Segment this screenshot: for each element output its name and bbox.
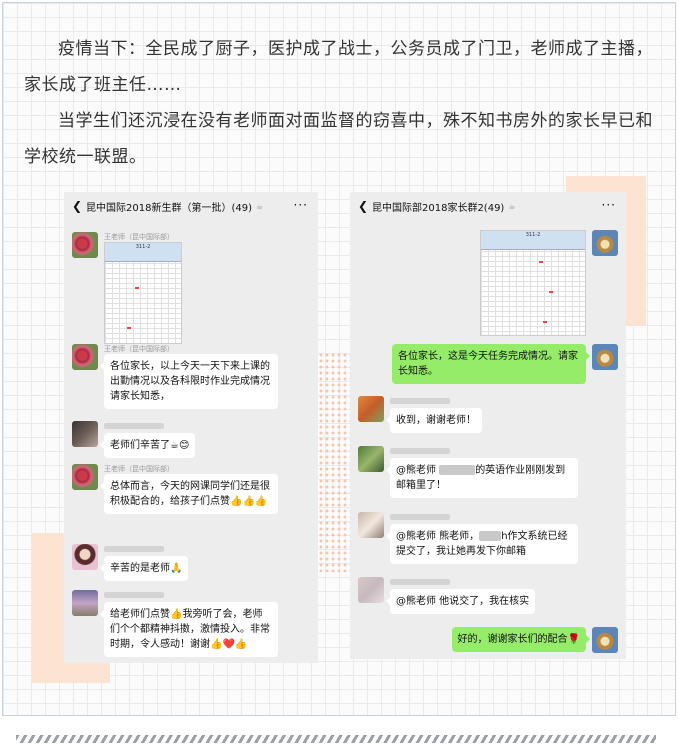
chat-message: 给老师们点赞👍我旁听了会，老师们个个都精神抖擞，激情投入。非常时期，令人感动！谢… <box>72 590 278 657</box>
chat-header: ❮ 昆中国际部2018家长群2(49) ☕ ··· <box>350 192 626 220</box>
sender-name-blurred <box>390 398 450 404</box>
chat-screenshot-right: ❮ 昆中国际部2018家长群2(49) ☕ ··· 311-2 各位家长，这是今… <box>350 192 626 659</box>
more-dots-icon[interactable]: ··· <box>602 198 616 212</box>
chat-message: 好的，谢谢家长们的配合🌹 <box>451 627 618 653</box>
chat-message: @熊老师 熊老师， h作文系统已经提交了，我让她再发下你邮箱 <box>358 512 578 564</box>
sender-name: 王老师（昆中国际部） <box>104 233 174 241</box>
message-bubble[interactable]: @熊老师 他说交了，我在核实 <box>385 589 536 614</box>
sender-name-blurred <box>104 423 164 429</box>
chat-message: 311-2 <box>480 230 618 336</box>
sender-name-blurred <box>390 448 450 454</box>
message-bubble[interactable]: 辛苦的是老师🙏 <box>99 556 189 581</box>
avatar[interactable] <box>358 446 384 472</box>
intro-paragraph-1: 疫情当下：全民成了厨子，医护成了战士，公务员成了门卫，老师成了主播，家长成了班主… <box>24 39 653 95</box>
avatar[interactable] <box>72 232 98 258</box>
message-text: @熊老师 <box>396 465 440 476</box>
chat-title: 昆中国际2018新生群（第一批）(49) <box>86 202 252 214</box>
sheet-title: 311-2 <box>481 231 585 250</box>
chevron-left-icon[interactable]: ❮ <box>354 199 372 213</box>
spreadsheet-image[interactable]: 311-2 <box>104 242 182 344</box>
article-intro: 疫情当下：全民成了厨子，医护成了战士，公务员成了门卫，老师成了主播，家长成了班主… <box>24 31 654 175</box>
mute-bell-icon: ☕ <box>255 201 264 211</box>
avatar[interactable] <box>358 396 384 422</box>
message-bubble[interactable]: @熊老师 的英语作业刚刚发到邮箱里了！ <box>386 458 578 498</box>
avatar[interactable] <box>72 421 98 447</box>
message-bubble[interactable]: 好的，谢谢家长们的配合🌹 <box>451 627 591 652</box>
avatar[interactable] <box>358 577 384 603</box>
chat-message: @熊老师 他说交了，我在核实 <box>358 577 536 614</box>
avatar[interactable] <box>592 627 618 653</box>
message-bubble[interactable]: 老师们辛苦了☕😊 <box>99 433 196 458</box>
message-text: @熊老师 熊老师， <box>396 531 480 542</box>
chat-message: 老师们辛苦了☕😊 <box>72 421 196 458</box>
message-bubble[interactable]: 各位家长，以上今天一天下来上课的出勤情况以及各科限时作业完成情况请家长知悉， <box>100 354 278 409</box>
avatar[interactable] <box>72 464 98 490</box>
chat-header: ❮ 昆中国际2018新生群（第一批）(49) ☕ ··· <box>64 192 318 220</box>
more-dots-icon[interactable]: ··· <box>294 198 308 212</box>
chat-message: 王老师（昆中国际部） 311-2 <box>72 232 182 344</box>
redacted-name <box>479 531 502 541</box>
spreadsheet-image[interactable]: 311-2 <box>480 230 586 336</box>
redacted-name <box>439 465 476 475</box>
chat-title: 昆中国际部2018家长群2(49) <box>372 202 505 214</box>
message-bubble[interactable]: 给老师们点赞👍我旁听了会，老师们个个都精神抖擞，激情投入。非常时期，令人感动！谢… <box>100 602 278 657</box>
sender-name: 王老师（昆中国际部） <box>104 465 174 473</box>
chat-screenshot-left: ❮ 昆中国际2018新生群（第一批）(49) ☕ ··· 王老师（昆中国际部） … <box>64 192 318 663</box>
chat-message: 各位家长，这是今天任务完成情况。请家长知悉。 <box>392 344 618 384</box>
avatar[interactable] <box>592 230 618 256</box>
sender-name: 王老师（昆中国际部） <box>104 345 174 353</box>
avatar[interactable] <box>72 344 98 370</box>
intro-paragraph-2: 当学生们还沉浸在没有老师面对面监督的窃喜中，殊不知书房外的家长早已和学校统一联盟… <box>24 111 653 167</box>
avatar[interactable] <box>358 512 384 538</box>
chat-message: 收到，谢谢老师！ <box>358 396 482 433</box>
mute-bell-icon: ☕ <box>508 201 516 211</box>
message-bubble[interactable]: @熊老师 熊老师， h作文系统已经提交了，我让她再发下你邮箱 <box>386 524 578 564</box>
avatar[interactable] <box>72 544 98 570</box>
sender-name-blurred <box>390 579 450 585</box>
avatar[interactable] <box>72 590 98 616</box>
chat-message: 辛苦的是老师🙏 <box>72 544 189 581</box>
chat-message: 王老师（昆中国际部） 总体而言，今天的网课同学们还是很积极配合的，给孩子们点赞👍… <box>72 464 278 514</box>
message-bubble[interactable]: 收到，谢谢老师！ <box>386 408 482 433</box>
sender-name-blurred <box>390 514 450 520</box>
sheet-title: 311-2 <box>105 243 181 262</box>
chat-message: 王老师（昆中国际部） 各位家长，以上今天一天下来上课的出勤情况以及各科限时作业完… <box>72 344 278 409</box>
chevron-left-icon[interactable]: ❮ <box>68 199 86 213</box>
chat-message: @熊老师 的英语作业刚刚发到邮箱里了！ <box>358 446 578 498</box>
avatar[interactable] <box>592 344 618 370</box>
message-bubble[interactable]: 各位家长，这是今天任务完成情况。请家长知悉。 <box>392 344 590 384</box>
sender-name-blurred <box>104 592 164 598</box>
decor-divider-stripe <box>16 735 656 743</box>
sender-name-blurred <box>104 546 164 552</box>
message-bubble[interactable]: 总体而言，今天的网课同学们还是很积极配合的，给孩子们点赞👍👍👍 <box>100 474 278 514</box>
